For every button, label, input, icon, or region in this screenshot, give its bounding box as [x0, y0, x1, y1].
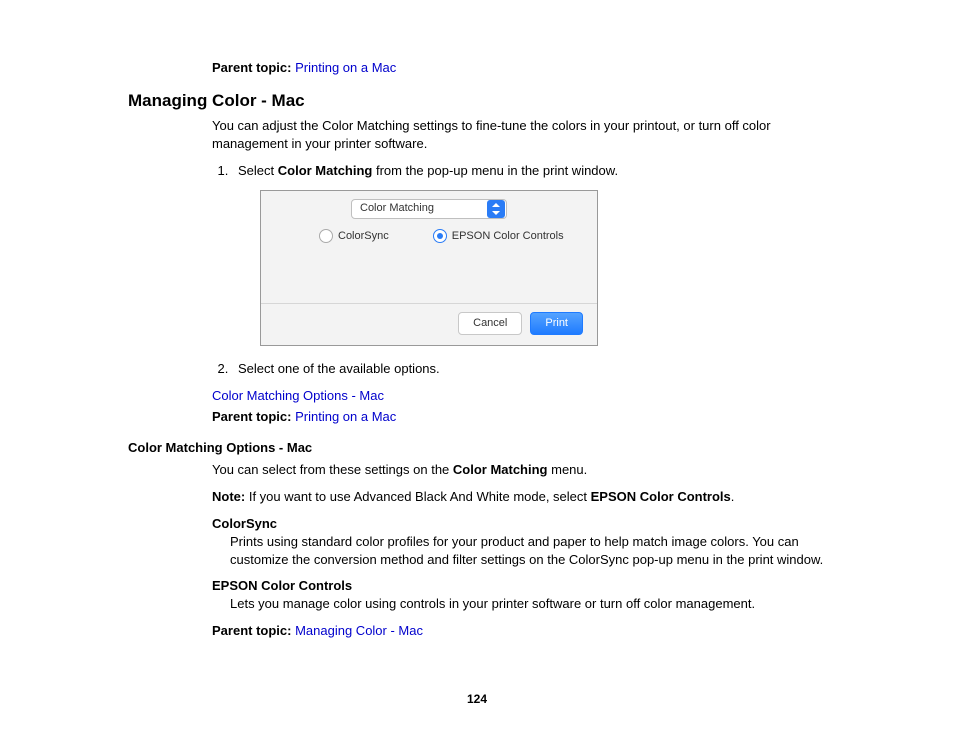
chevron-up-down-icon: [487, 200, 505, 218]
def-body-colorsync: Prints using standard color profiles for…: [230, 533, 834, 568]
print-button[interactable]: Print: [530, 312, 583, 335]
step-1: Select Color Matching from the pop-up me…: [232, 162, 834, 346]
link-color-matching-options[interactable]: Color Matching Options - Mac: [212, 388, 384, 403]
radio-epson-controls[interactable]: EPSON Color Controls: [433, 229, 564, 244]
parent-topic-link-printing-mac[interactable]: Printing on a Mac: [295, 60, 396, 75]
subsection-title-color-matching-options: Color Matching Options - Mac: [128, 440, 834, 455]
parent-topic-section1: Parent topic: Printing on a Mac: [212, 409, 834, 424]
parent-topic-label: Parent topic:: [212, 60, 291, 75]
step-2: Select one of the available options.: [232, 360, 834, 378]
parent-topic-link-printing-mac-2[interactable]: Printing on a Mac: [295, 409, 396, 424]
radio-selected-icon: [433, 229, 447, 243]
parent-topic-section2: Parent topic: Managing Color - Mac: [212, 623, 834, 638]
page-number: 124: [0, 692, 954, 706]
section2-intro: You can select from these settings on th…: [212, 461, 834, 479]
def-term-epson: EPSON Color Controls: [212, 578, 834, 593]
def-term-colorsync: ColorSync: [212, 516, 834, 531]
section-title-managing-color: Managing Color - Mac: [128, 91, 834, 111]
radio-colorsync[interactable]: ColorSync: [319, 229, 389, 244]
radio-icon: [319, 229, 333, 243]
parent-topic-top: Parent topic: Printing on a Mac: [212, 60, 834, 75]
dialog-dropdown[interactable]: Color Matching: [351, 199, 507, 219]
parent-topic-link-managing-color[interactable]: Managing Color - Mac: [295, 623, 423, 638]
def-body-epson: Lets you manage color using controls in …: [230, 595, 834, 613]
dropdown-label: Color Matching: [360, 201, 434, 216]
section2-note: Note: If you want to use Advanced Black …: [212, 488, 834, 506]
cancel-button[interactable]: Cancel: [458, 312, 522, 335]
color-matching-dialog: Color Matching ColorSync EPSON Color Con…: [260, 190, 598, 347]
section1-intro: You can adjust the Color Matching settin…: [212, 117, 834, 152]
